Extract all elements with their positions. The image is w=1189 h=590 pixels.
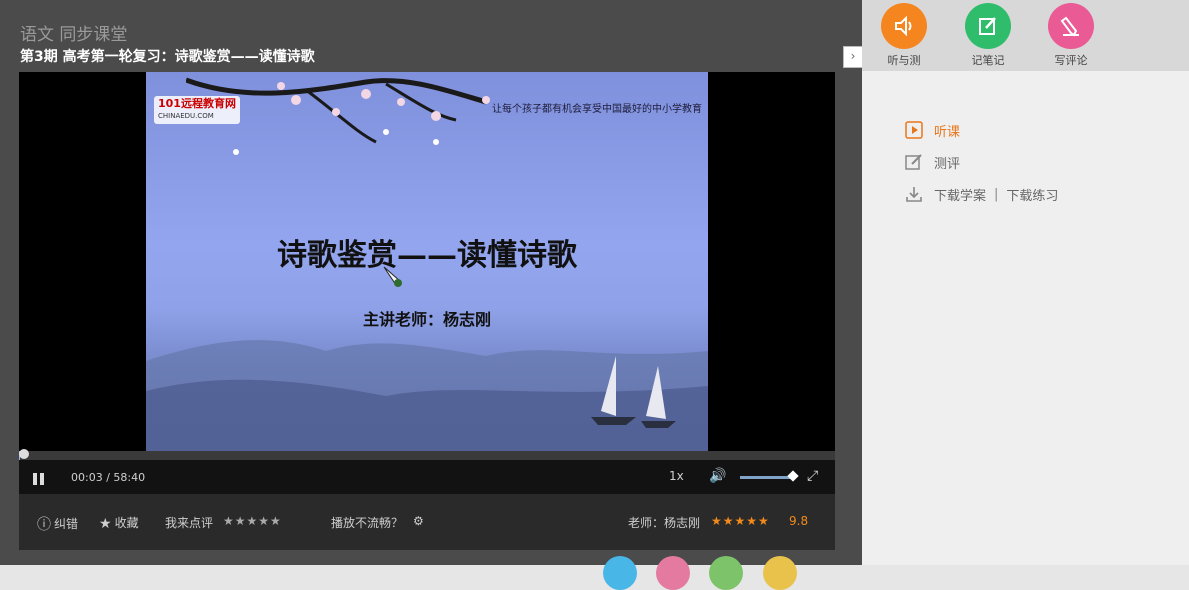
speaker-icon: [881, 3, 927, 49]
logo: 101远程教育网 CHINAEDU.COM: [154, 96, 240, 124]
rate-label: 我来点评: [165, 516, 214, 530]
rating-stars[interactable]: ★★★★★: [223, 514, 282, 528]
menu-item-listen[interactable]: 听课: [904, 114, 1058, 146]
page-title: 第3期 高考第一轮复习：诗歌鉴赏——读懂诗歌: [20, 49, 315, 65]
teacher-name: 老师：杨志刚: [628, 516, 701, 530]
video-actions-bar: ⓘ 纠错 ★ 收藏 我来点评 ★★★★★ 播放不流畅？ ⚙ 老师：杨志刚 ★★★★★…: [19, 494, 835, 550]
time-display: 00:03 / 58:40: [71, 471, 145, 484]
mini-icon-pink[interactable]: [656, 556, 690, 590]
duration: 58:40: [113, 471, 146, 484]
settings-icon[interactable]: ⚙: [413, 514, 424, 528]
video-player[interactable]: 101远程教育网 CHINAEDU.COM 让每个孩子都有机会享受中国最好的中小学…: [19, 72, 835, 494]
volume-handle[interactable]: [787, 470, 799, 482]
pencil-icon: [1048, 3, 1094, 49]
star-icon: ★: [99, 516, 112, 532]
progress-bar[interactable]: [19, 449, 835, 460]
speed-button[interactable]: 1x: [669, 469, 684, 483]
download-practice-link[interactable]: 下载练习: [1006, 185, 1058, 204]
mini-icon-yellow[interactable]: [763, 556, 797, 590]
progress-handle[interactable]: [19, 449, 29, 459]
tool-listen-test[interactable]: 听与测: [874, 3, 934, 68]
current-time: 00:03: [71, 471, 103, 484]
tool-write-comment[interactable]: 写评论: [1041, 3, 1101, 68]
slide-slogan: 让每个孩子都有机会享受中国最好的中小学教育: [492, 104, 702, 115]
report-error-button[interactable]: ⓘ 纠错: [37, 514, 78, 534]
slide-title: 诗歌鉴赏——读懂诗歌: [277, 238, 577, 273]
play-icon: [904, 121, 924, 139]
playback-issue-link[interactable]: 播放不流畅？: [331, 514, 403, 531]
tool-bar: 听与测 记笔记 写评论: [862, 0, 1189, 71]
mini-icon-blue[interactable]: [603, 556, 637, 590]
menu-item-test[interactable]: 测评: [904, 146, 1058, 178]
download-icon: [904, 185, 924, 203]
tool-take-notes[interactable]: 记笔记: [958, 3, 1018, 68]
collapse-panel-button[interactable]: ›: [843, 46, 863, 68]
plum-branch-illustration: [186, 77, 490, 155]
breadcrumb[interactable]: 语文 同步课堂: [20, 20, 127, 45]
favorite-button[interactable]: ★ 收藏: [99, 514, 139, 532]
volume-slider[interactable]: [740, 476, 794, 479]
pause-icon-bar: [33, 473, 37, 485]
side-menu: 听课 测评 下载学案 | 下载练习: [904, 114, 1058, 210]
time-separator: /: [106, 471, 110, 484]
menu-separator: |: [994, 186, 999, 202]
menu-item-downloads: 下载学案 | 下载练习: [904, 178, 1058, 210]
bottom-icon-row: [603, 556, 803, 590]
right-panel: 听与测 记笔记 写评论 听课 测评 下载学案 | 下载练习: [862, 0, 1189, 565]
edit-icon: [904, 153, 924, 171]
pause-button[interactable]: [33, 470, 47, 485]
volume-icon[interactable]: 🔊: [709, 468, 726, 484]
fullscreen-icon[interactable]: ⤢: [807, 468, 818, 484]
mountain-landscape: [146, 340, 708, 451]
teacher-score: 9.8: [789, 514, 809, 528]
mini-icon-green[interactable]: [709, 556, 743, 590]
main-panel: 语文 同步课堂 第3期 高考第一轮复习：诗歌鉴赏——读懂诗歌 101远程教育网 C…: [0, 0, 862, 590]
video-frame: 101远程教育网 CHINAEDU.COM 让每个孩子都有机会享受中国最好的中小学…: [146, 72, 708, 451]
alert-icon: ⓘ: [37, 517, 51, 533]
pause-icon-bar: [40, 473, 44, 485]
player-controls: 00:03 / 58:40 1x 🔊 ⤢: [19, 460, 835, 494]
teacher-stars: ★★★★★: [711, 514, 770, 528]
note-edit-icon: [965, 3, 1011, 49]
download-notes-link[interactable]: 下载学案: [934, 185, 986, 204]
pen-cursor-icon: [383, 266, 402, 287]
